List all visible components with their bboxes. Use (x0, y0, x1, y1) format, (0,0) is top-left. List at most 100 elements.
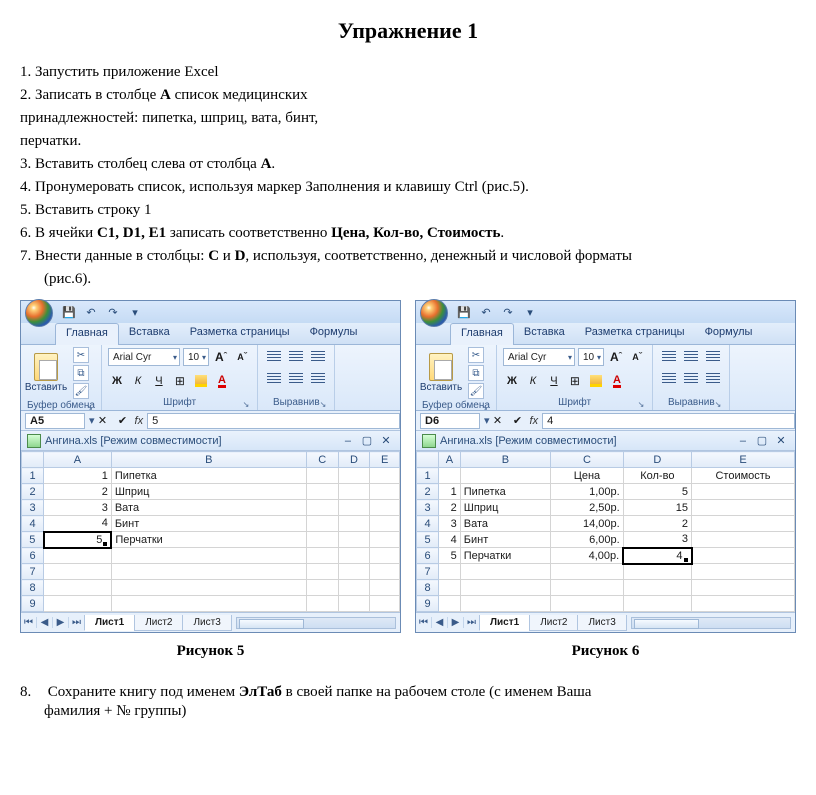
align-top-icon[interactable] (264, 347, 284, 365)
shrink-font-icon[interactable]: Aˇ (628, 348, 646, 366)
row-1[interactable]: 1 (22, 468, 44, 484)
copy-icon[interactable]: ⧉ (73, 365, 89, 381)
font-size-combo[interactable]: 10 (183, 348, 209, 366)
align-left-icon[interactable] (659, 369, 679, 387)
copy-icon[interactable]: ⧉ (468, 365, 484, 381)
cell-D1[interactable]: Кол-во (623, 468, 691, 484)
cell-D5[interactable]: 3 (623, 532, 691, 548)
name-box[interactable]: D6 (420, 413, 480, 429)
col-A[interactable]: A (439, 452, 461, 468)
row-3[interactable]: 3 (22, 500, 44, 516)
underline-button[interactable]: Ч (545, 372, 563, 390)
formula-input[interactable]: 5 (147, 413, 400, 429)
shrink-font-icon[interactable]: Aˇ (233, 348, 251, 366)
row-2[interactable]: 2 (22, 484, 44, 500)
row-9[interactable]: 9 (22, 596, 44, 612)
borders-icon[interactable] (171, 372, 189, 390)
cut-icon[interactable]: ✂ (468, 347, 484, 363)
col-A[interactable]: A (44, 452, 112, 468)
close-icon[interactable]: ✕ (378, 434, 394, 447)
col-B[interactable]: B (111, 452, 306, 468)
sheet-tab-1[interactable]: Лист1 (479, 615, 530, 631)
cell-A4[interactable]: 3 (439, 516, 461, 532)
fill-color-icon[interactable] (192, 372, 210, 390)
underline-button[interactable]: Ч (150, 372, 168, 390)
cell-B2[interactable]: Пипетка (460, 484, 550, 500)
row-4[interactable]: 4 (417, 516, 439, 532)
align-right-icon[interactable] (703, 369, 723, 387)
tab-home[interactable]: Главная (55, 323, 119, 345)
bold-button[interactable]: Ж (503, 372, 521, 390)
cell-A4[interactable]: 4 (44, 516, 112, 532)
col-B[interactable]: B (460, 452, 550, 468)
paste-button[interactable]: Вставить (27, 353, 65, 393)
enter-icon[interactable]: ✔ (115, 414, 131, 427)
sheet-tab-3[interactable]: Лист3 (182, 615, 231, 631)
row-2[interactable]: 2 (417, 484, 439, 500)
cell-C6[interactable]: 4,00р. (551, 548, 623, 564)
font-color-icon[interactable]: A (608, 372, 626, 390)
row-1[interactable]: 1 (417, 468, 439, 484)
fill-color-icon[interactable] (587, 372, 605, 390)
sheet-tab-1[interactable]: Лист1 (84, 615, 135, 631)
align-bottom-icon[interactable] (308, 347, 328, 365)
grow-font-icon[interactable]: Aˆ (212, 348, 230, 366)
font-size-combo[interactable]: 10 (578, 348, 604, 366)
cell-D6-selected[interactable]: 4 (623, 548, 691, 564)
office-button[interactable] (420, 299, 448, 327)
row-5[interactable]: 5 (22, 532, 44, 548)
minimize-icon[interactable]: – (735, 435, 751, 447)
cell-E1[interactable]: Стоимость (692, 468, 795, 484)
sheet-tab-2[interactable]: Лист2 (134, 615, 183, 631)
cell-A3[interactable]: 2 (439, 500, 461, 516)
align-middle-icon[interactable] (286, 347, 306, 365)
restore-icon[interactable]: ▢ (754, 434, 770, 447)
row-3[interactable]: 3 (417, 500, 439, 516)
tab-formulas[interactable]: Формулы (695, 323, 763, 344)
nav-prev-icon[interactable]: ◀ (432, 617, 448, 628)
undo-icon[interactable]: ↶ (478, 304, 494, 320)
cell-B1[interactable]: Пипетка (111, 468, 306, 484)
cell-B3[interactable]: Шприц (460, 500, 550, 516)
sheet-tab-3[interactable]: Лист3 (577, 615, 626, 631)
select-all-corner[interactable] (417, 452, 439, 468)
align-center-icon[interactable] (681, 369, 701, 387)
formula-input[interactable]: 4 (542, 413, 795, 429)
tab-layout[interactable]: Разметка страницы (575, 323, 695, 344)
row-5[interactable]: 5 (417, 532, 439, 548)
redo-icon[interactable]: ↷ (500, 304, 516, 320)
italic-button[interactable]: К (129, 372, 147, 390)
nav-next-icon[interactable]: ▶ (448, 617, 464, 628)
office-button[interactable] (25, 299, 53, 327)
nav-next-icon[interactable]: ▶ (53, 617, 69, 628)
paste-button[interactable]: Вставить (422, 353, 460, 393)
nav-first-icon[interactable]: ⏮ (416, 617, 432, 628)
col-D[interactable]: D (623, 452, 691, 468)
col-D[interactable]: D (338, 452, 370, 468)
col-C[interactable]: C (306, 452, 338, 468)
nav-first-icon[interactable]: ⏮ (21, 617, 37, 628)
qat-dropdown-icon[interactable]: ▾ (522, 304, 538, 320)
horizontal-scrollbar[interactable] (631, 617, 791, 629)
qat-dropdown-icon[interactable]: ▾ (127, 304, 143, 320)
cancel-icon[interactable]: ✕ (490, 414, 506, 427)
tab-insert[interactable]: Вставка (119, 323, 180, 344)
cell-A3[interactable]: 3 (44, 500, 112, 516)
save-icon[interactable]: 💾 (61, 304, 77, 320)
grow-font-icon[interactable]: Aˆ (607, 348, 625, 366)
row-6[interactable]: 6 (22, 548, 44, 564)
tab-insert[interactable]: Вставка (514, 323, 575, 344)
cell-A6[interactable]: 5 (439, 548, 461, 564)
nav-last-icon[interactable]: ⏭ (464, 617, 480, 628)
cell-D3[interactable]: 15 (623, 500, 691, 516)
tab-layout[interactable]: Разметка страницы (180, 323, 300, 344)
format-painter-icon[interactable]: 🖌 (73, 383, 89, 399)
name-box[interactable]: A5 (25, 413, 85, 429)
row-9[interactable]: 9 (417, 596, 439, 612)
redo-icon[interactable]: ↷ (105, 304, 121, 320)
align-middle-icon[interactable] (681, 347, 701, 365)
cell-C1[interactable]: Цена (551, 468, 623, 484)
format-painter-icon[interactable]: 🖌 (468, 383, 484, 399)
sheet-tab-2[interactable]: Лист2 (529, 615, 578, 631)
font-name-combo[interactable]: Arial Cyr (503, 348, 575, 366)
